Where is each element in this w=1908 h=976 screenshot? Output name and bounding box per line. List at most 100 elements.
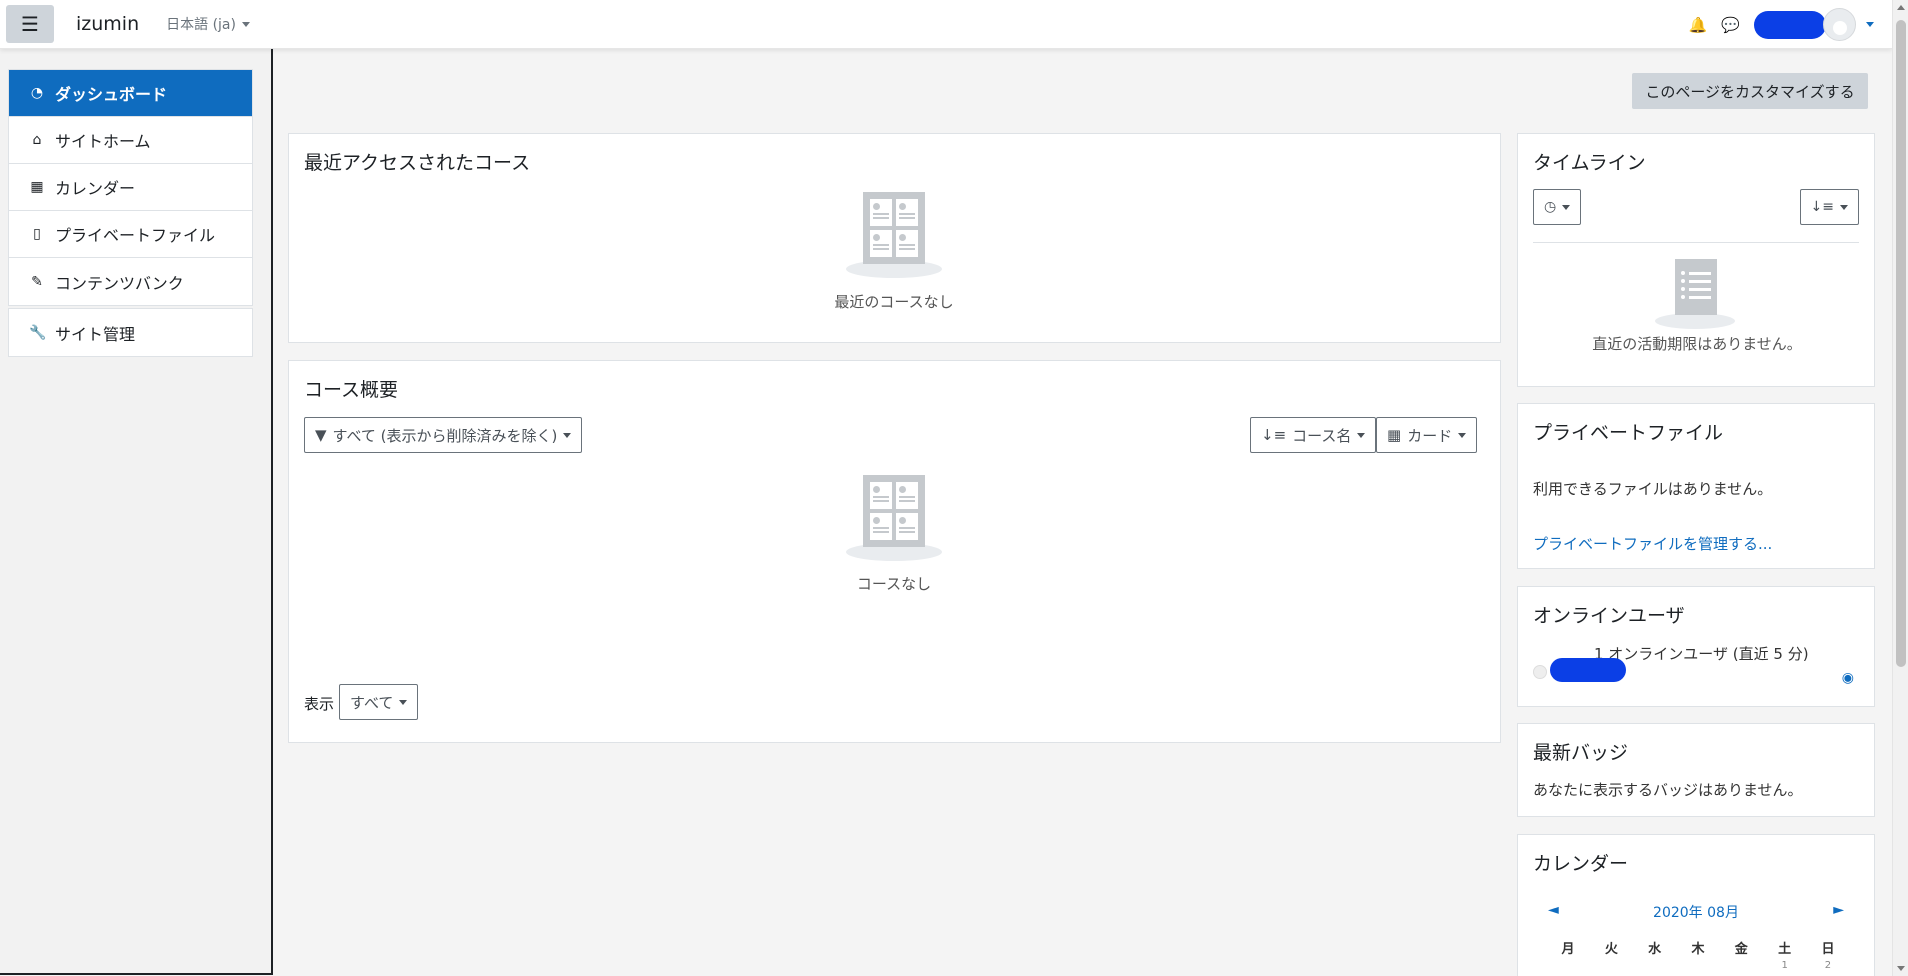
divider: [1533, 242, 1859, 243]
navbar-user-area: 🔔 💬: [1689, 0, 1892, 49]
empty-state-text: 利用できるファイルはありません。: [1533, 480, 1773, 498]
sidebar-item-content-bank[interactable]: ✎ コンテンツバンク: [9, 258, 252, 305]
weekday-label: 月: [1561, 942, 1575, 957]
sidebar-item-private-files[interactable]: ▯ プライベートファイル: [9, 211, 252, 258]
language-menu[interactable]: 日本語 (ja): [166, 14, 250, 34]
chat-icon[interactable]: 💬: [1721, 16, 1740, 34]
sort-amount-icon: ↓≡: [1810, 199, 1834, 215]
weekday-label: 日: [1821, 942, 1835, 957]
timeline-sort-dropdown[interactable]: ↓≡: [1799, 189, 1859, 225]
site-brand[interactable]: izumin: [76, 13, 139, 35]
online-users-block: オンラインユーザ 1 オンラインユーザ (直近 5 分) ◉: [1517, 586, 1875, 707]
sidebar-item-label: ダッシュボード: [55, 85, 168, 104]
weekday-label: 水: [1648, 942, 1662, 957]
online-users-summary: 1 オンラインユーザ (直近 5 分): [1594, 645, 1809, 663]
sidebar-item-label: プライベートファイル: [55, 226, 216, 245]
empty-state-text: あなたに表示するバッジはありません。: [1533, 781, 1803, 799]
chevron-down-icon: [563, 432, 572, 438]
weekday-label: 火: [1604, 942, 1618, 957]
chevron-down-icon: [241, 21, 250, 27]
paging-dropdown[interactable]: すべて: [339, 684, 419, 720]
nav-group-main: ◔ ダッシュボード ⌂ サイトホーム ▦ カレンダー ▯ プライベートファイル …: [8, 69, 253, 306]
calendar-icon: ▦: [30, 179, 44, 195]
block-title: 最近アクセスされたコース: [304, 152, 531, 174]
scroll-up-icon[interactable]: [1897, 5, 1905, 10]
weekday-label: 木: [1691, 942, 1705, 957]
home-icon: ⌂: [32, 132, 42, 148]
nav-group-admin: 🔧 サイト管理: [8, 308, 253, 357]
block-title: プライベートファイル: [1533, 422, 1724, 444]
view-mode-dropdown[interactable]: ▦ カード: [1376, 417, 1478, 453]
filter-icon: ▼: [315, 426, 327, 444]
previous-month-icon[interactable]: ◄: [1548, 902, 1559, 918]
sort-label: コース名: [1292, 426, 1352, 445]
file-icon: ▯: [33, 226, 41, 242]
paging-label: 表示: [304, 695, 335, 713]
sidebar-item-label: サイト管理: [55, 324, 136, 344]
avatar[interactable]: [1823, 8, 1856, 41]
calendar-day[interactable]: 1: [1765, 960, 1805, 971]
chevron-down-icon: [1357, 432, 1366, 438]
sidebar-item-dashboard[interactable]: ◔ ダッシュボード: [9, 70, 252, 117]
block-title: コース概要: [304, 379, 399, 401]
sidebar-item-calendar[interactable]: ▦ カレンダー: [9, 164, 252, 211]
timeline-empty-illustration: [1645, 259, 1745, 329]
scroll-down-icon[interactable]: [1897, 966, 1905, 971]
private-files-block: プライベートファイル 利用できるファイルはありません。 プライベートファイルを管…: [1517, 403, 1875, 569]
paint-brush-icon: ✎: [31, 273, 43, 290]
sort-amount-icon: ↓≡: [1261, 426, 1287, 444]
block-title: 最新バッジ: [1533, 742, 1629, 764]
top-navbar: ☰ izumin 日本語 (ja) 🔔 💬: [0, 0, 1892, 49]
tachometer-icon: ◔: [30, 85, 44, 101]
manage-private-files-link[interactable]: プライベートファイルを管理する...: [1533, 533, 1772, 554]
timeline-day-filter-dropdown[interactable]: ◷: [1533, 189, 1582, 225]
recent-courses-block: 最近アクセスされたコース 最近のコースなし: [288, 133, 1501, 343]
sidebar-item-label: サイトホーム: [55, 132, 151, 151]
grouping-filter-dropdown[interactable]: ▼ すべて (表示から削除済みを除く): [304, 417, 583, 453]
paging-value: すべて: [350, 693, 394, 712]
bell-icon[interactable]: 🔔: [1689, 16, 1708, 34]
chevron-down-icon: [399, 699, 408, 705]
courses-empty-illustration: [846, 192, 942, 278]
latest-badges-block: 最新バッジ あなたに表示するバッジはありません。: [1517, 723, 1875, 817]
calendar-weekdays: 月 火 水 木 金 土 日: [1548, 938, 1848, 957]
block-title: タイムライン: [1533, 152, 1646, 174]
next-month-icon[interactable]: ►: [1833, 902, 1844, 918]
calendar-day: [1635, 960, 1675, 971]
sidebar-item-label: カレンダー: [55, 179, 136, 198]
redacted-user-name[interactable]: [1550, 658, 1626, 682]
grid-icon: ▦: [1387, 426, 1402, 444]
calendar-day: [1591, 960, 1631, 971]
empty-state-text: 最近のコースなし: [834, 293, 954, 311]
calendar-day: [1548, 960, 1588, 971]
avatar: [1533, 665, 1547, 679]
user-menu-chevron-icon[interactable]: [1866, 22, 1874, 27]
block-title: カレンダー: [1533, 853, 1629, 875]
page-scrollbar[interactable]: [1892, 0, 1908, 976]
filter-label: すべて (表示から削除済みを除く): [332, 426, 558, 445]
language-label: 日本語 (ja): [166, 17, 236, 33]
course-overview-block: コース概要 ▼ すべて (表示から削除済みを除く) ↓≡ コース名 ▦ カード …: [288, 360, 1501, 743]
customize-page-button[interactable]: このページをカスタマイズする: [1632, 73, 1868, 109]
calendar-month[interactable]: 2020年 08月: [1518, 902, 1874, 922]
menu-toggle-button[interactable]: ☰: [6, 5, 54, 43]
scrollbar-thumb[interactable]: [1896, 20, 1906, 667]
timeline-block: タイムライン ◷ ↓≡ 直近の活動期限はありません。: [1517, 133, 1875, 387]
sidebar-item-site-home[interactable]: ⌂ サイトホーム: [9, 117, 252, 164]
weekday-label: 金: [1734, 942, 1748, 957]
calendar-block: カレンダー 2020年 08月 ◄ ► 月 火 水 木 金 土 日 1 2: [1517, 834, 1875, 976]
redacted-user-name[interactable]: [1754, 10, 1826, 39]
sort-dropdown[interactable]: ↓≡ コース名: [1250, 417, 1377, 453]
chevron-down-icon: [1840, 204, 1848, 210]
chevron-down-icon: [1562, 204, 1571, 210]
empty-state-text: 直近の活動期限はありません。: [1592, 335, 1802, 353]
eye-icon[interactable]: ◉: [1842, 670, 1854, 686]
empty-state-text: コースなし: [856, 575, 932, 593]
calendar-day: [1721, 960, 1761, 971]
sidebar-item-site-admin[interactable]: 🔧 サイト管理: [9, 309, 252, 356]
nav-drawer: ◔ ダッシュボード ⌂ サイトホーム ▦ カレンダー ▯ プライベートファイル …: [0, 49, 273, 975]
calendar-week-row: 1 2: [1548, 960, 1848, 971]
calendar-day[interactable]: 2: [1808, 960, 1848, 971]
weekday-label: 土: [1778, 942, 1792, 957]
sidebar-item-label: コンテンツバンク: [55, 273, 184, 293]
